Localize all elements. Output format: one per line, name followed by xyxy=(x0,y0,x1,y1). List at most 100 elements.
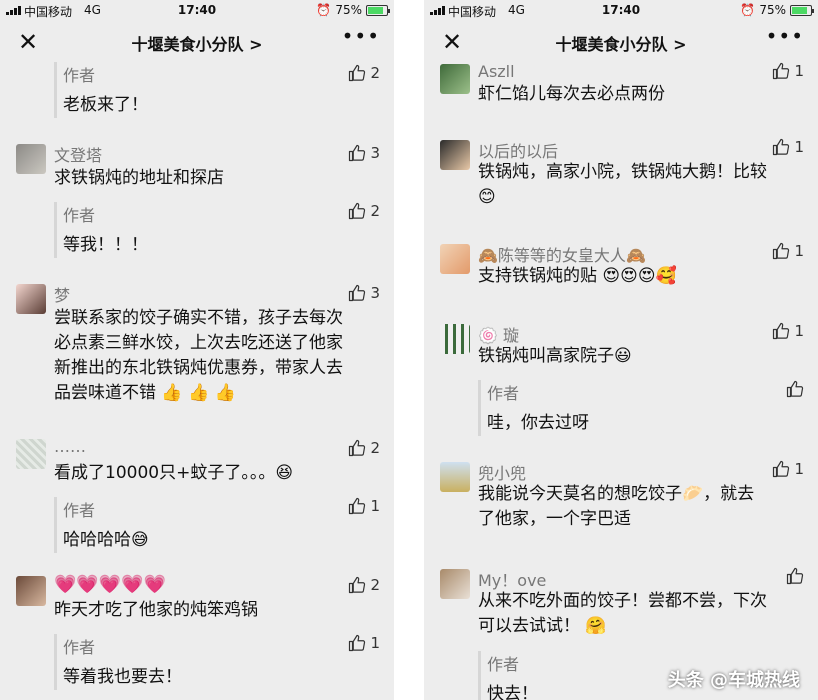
reply-text: 哈哈哈哈😅 xyxy=(63,525,149,550)
avatar[interactable] xyxy=(440,324,470,354)
laughing-emoji: 😆 xyxy=(275,463,294,483)
like-button[interactable]: 1 xyxy=(348,497,380,515)
comment-text: 尝联系家的饺子确实不错，孩子去每次 必点素三鲜水饺，上次去吃还送了他家 新推出的… xyxy=(54,306,384,406)
page-title[interactable]: 十堰美食小分队 > xyxy=(0,31,394,55)
avatar[interactable] xyxy=(440,244,470,274)
commenter-name: My！ove xyxy=(478,571,547,590)
like-button[interactable]: 2 xyxy=(348,202,380,220)
battery-icon xyxy=(366,4,390,16)
reply-text: 等着我也要去！ xyxy=(63,667,182,687)
reply-author: 作者 xyxy=(63,66,96,85)
reply-author: 作者 xyxy=(487,655,520,674)
thumbs-up-icon xyxy=(786,567,804,585)
like-count: 2 xyxy=(370,576,380,594)
comment-line: 新推出的东北铁锅炖优惠券，带家人去 xyxy=(54,358,343,378)
more-icon[interactable]: ••• xyxy=(766,24,804,48)
comment-line: 铁锅炖叫高家院子 xyxy=(478,346,614,366)
like-button[interactable]: 1 xyxy=(772,460,804,478)
commenter-name: 兜小兜 xyxy=(478,464,527,483)
heart-eyes-emoji: 😍😍😍🥰 xyxy=(602,266,677,286)
comment-text: 虾仁馅儿每次去必点两份 xyxy=(478,84,665,104)
thumbs-up-icon xyxy=(348,439,366,457)
like-count: 3 xyxy=(370,284,380,302)
alarm-icon: ⏰ xyxy=(740,3,756,17)
thumbs-up-icon xyxy=(786,380,804,398)
comment-item: 🙈陈等等的女皇大人🙈 1 支持铁锅炖的贴 😍😍😍🥰 xyxy=(424,242,818,302)
like-button[interactable]: 1 xyxy=(348,634,380,652)
commenter-name: 梦 xyxy=(54,286,71,305)
like-button[interactable]: 1 xyxy=(772,242,804,260)
avatar[interactable] xyxy=(16,439,46,469)
comment-item: 💗💗💗💗💗 2 昨天才吃了他家的炖笨鸡锅 作者 等着我也要去！ 1 xyxy=(0,574,394,694)
smile-emoji: 😊 xyxy=(478,187,496,207)
comment-item: Aszll 1 虾仁馅儿每次去必点两份 xyxy=(424,62,818,122)
commenter-name: Aszll xyxy=(478,62,515,81)
avatar[interactable] xyxy=(440,462,470,492)
comment-item: 以后的以后 1 铁锅炖，高家小院，铁锅炖大鹅！比较 😊 xyxy=(424,138,818,228)
like-count: 1 xyxy=(794,138,804,156)
comment-text: 看成了10000只+蚊子了。。。😆 xyxy=(54,461,384,486)
comment-text: 我能说今天莫名的想吃饺子🥟，就去 了他家，一个字巴适 xyxy=(478,482,808,532)
like-count: 1 xyxy=(370,634,380,652)
like-count: 1 xyxy=(794,242,804,260)
comment-text: 从来不吃外面的饺子！尝都不尝，下次 可以去试试！ 🤗 xyxy=(478,589,808,639)
thumbs-up-icon xyxy=(348,64,366,82)
author-reply: 作者 等我！！！ xyxy=(54,202,384,258)
avatar[interactable] xyxy=(440,569,470,599)
author-reply: 作者 老板来了！ xyxy=(54,62,384,118)
thumbs-up-icon xyxy=(772,242,790,260)
reply-text: 快去！ xyxy=(487,684,538,700)
avatar[interactable] xyxy=(440,64,470,94)
like-count: 2 xyxy=(370,439,380,457)
status-bar: 中国移动 4G 17:40 ⏰ 75% xyxy=(424,0,818,22)
comment-line: 可以去试试！ xyxy=(478,616,580,636)
commenter-name: 以后的以后 xyxy=(478,142,559,161)
commenter-name-row: 🍥 璇 xyxy=(478,322,519,346)
page-title[interactable]: 十堰美食小分队 > xyxy=(424,31,818,55)
like-button[interactable] xyxy=(786,380,804,398)
comment-item: 文登塔 3 求铁锅炖的地址和探店 作者 等我！！！ 2 xyxy=(0,142,394,258)
thumbs-up-icon xyxy=(772,138,790,156)
comment-line: 我能说今天莫名的想吃饺子 xyxy=(478,484,682,504)
comment-text: 铁锅炖叫高家院子😃 xyxy=(478,344,808,369)
comment-item: 梦 3 尝联系家的饺子确实不错，孩子去每次 必点素三鲜水饺，上次去吃还送了他家 … xyxy=(0,282,394,412)
like-count: 2 xyxy=(370,202,380,220)
comment-line: 品尝味道不错 xyxy=(54,383,156,403)
like-button[interactable]: 3 xyxy=(348,144,380,162)
thumbs-up-icon xyxy=(348,284,366,302)
avatar[interactable] xyxy=(16,144,46,174)
more-icon[interactable]: ••• xyxy=(342,24,380,48)
thumbs-up-icon xyxy=(348,202,366,220)
commenter-name-row: 🙈陈等等的女皇大人🙈 xyxy=(478,242,646,266)
reply-text: 哇，你去过呀 xyxy=(487,413,589,433)
like-button[interactable]: 2 xyxy=(348,64,380,82)
like-button[interactable]: 2 xyxy=(348,439,380,457)
author-reply: 作者 哇，你去过呀 xyxy=(478,380,808,436)
smile-emoji: 😃 xyxy=(614,346,632,366)
like-count: 3 xyxy=(370,144,380,162)
thumbs-up-icon xyxy=(348,144,366,162)
like-count: 2 xyxy=(370,64,380,82)
like-count: 1 xyxy=(370,497,380,515)
like-button[interactable] xyxy=(786,567,804,585)
comment-text: 铁锅炖，高家小院，铁锅炖大鹅！比较 😊 xyxy=(478,160,808,210)
commenter-name: …… xyxy=(54,437,86,456)
like-button[interactable]: 1 xyxy=(772,62,804,80)
reply-author: 作者 xyxy=(63,501,96,520)
comment-text: 求铁锅炖的地址和探店 xyxy=(54,168,224,188)
thumbs-up-icon xyxy=(772,62,790,80)
like-button[interactable]: 3 xyxy=(348,284,380,302)
like-button[interactable]: 1 xyxy=(772,322,804,340)
battery-percent: 75% xyxy=(335,3,362,17)
like-button[interactable]: 1 xyxy=(772,138,804,156)
avatar[interactable] xyxy=(440,140,470,170)
commenter-name: 璇 xyxy=(503,326,520,345)
like-button[interactable]: 2 xyxy=(348,576,380,594)
avatar[interactable] xyxy=(16,576,46,606)
commenter-name: 文登塔 xyxy=(54,146,103,165)
candy-emoji: 🍥 xyxy=(478,326,498,345)
avatar[interactable] xyxy=(16,284,46,314)
sweat-smile-emoji: 😅 xyxy=(131,530,149,550)
dumpling-emoji: 🥟 xyxy=(682,484,704,504)
battery-icon xyxy=(790,4,814,16)
